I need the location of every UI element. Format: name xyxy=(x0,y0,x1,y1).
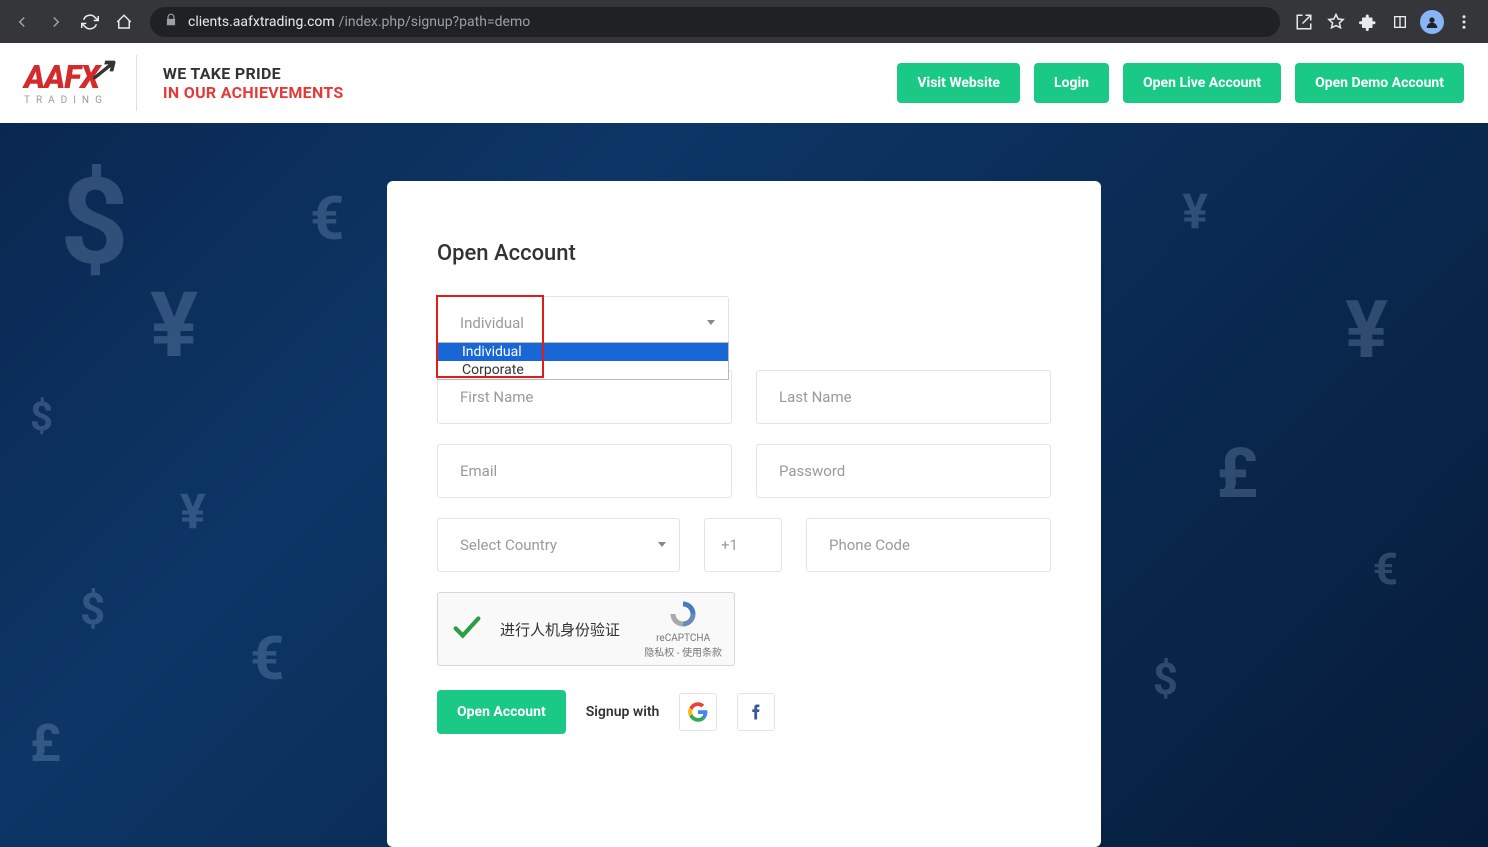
open-demo-account-button[interactable]: Open Demo Account xyxy=(1295,63,1464,103)
lock-icon xyxy=(164,13,178,31)
captcha-brand: reCAPTCHA xyxy=(656,633,710,644)
login-button[interactable]: Login xyxy=(1034,63,1109,103)
hero-background: $ € ¥ $ ¥ $ € £ ¥ ¥ £ € $ Open Account I… xyxy=(0,123,1488,847)
forward-button[interactable] xyxy=(42,8,70,36)
password-input[interactable] xyxy=(756,444,1051,498)
browser-toolbar: clients.aafxtrading.com/index.php/signup… xyxy=(0,0,1488,43)
url-path: /index.php/signup?path=demo xyxy=(339,14,531,30)
logo-sub: TRADING xyxy=(24,95,108,106)
address-bar[interactable]: clients.aafxtrading.com/index.php/signup… xyxy=(150,7,1280,37)
logo[interactable]: AAFX↗ TRADING xyxy=(24,55,137,111)
kebab-menu-icon[interactable] xyxy=(1452,10,1476,34)
open-account-button[interactable]: Open Account xyxy=(437,690,566,734)
logo-brand: AAFX↗ xyxy=(24,61,108,93)
signup-with-label: Signup with xyxy=(586,704,660,720)
google-signup-button[interactable] xyxy=(679,693,717,731)
country-select[interactable]: Select Country xyxy=(437,518,680,572)
url-host: clients.aafxtrading.com xyxy=(188,14,335,30)
checkmark-icon xyxy=(450,610,484,648)
visit-website-button[interactable]: Visit Website xyxy=(897,63,1020,103)
phone-country-code[interactable]: +1 xyxy=(704,518,782,572)
account-type-option-individual[interactable]: Individual xyxy=(438,343,728,361)
recaptcha-widget[interactable]: 进行人机身份验证 reCAPTCHA 隐私权 - 使用条款 xyxy=(437,592,735,666)
phone-input[interactable] xyxy=(806,518,1051,572)
profile-avatar[interactable] xyxy=(1420,10,1444,34)
form-card: Open Account Individual Individual Corpo… xyxy=(387,181,1101,847)
extensions-icon[interactable] xyxy=(1356,10,1380,34)
window-icon[interactable] xyxy=(1388,10,1412,34)
bookmark-icon[interactable] xyxy=(1324,10,1348,34)
home-button[interactable] xyxy=(110,8,138,36)
header-nav: Visit Website Login Open Live Account Op… xyxy=(897,63,1464,103)
captcha-terms: 隐私权 - 使用条款 xyxy=(644,644,722,659)
share-icon[interactable] xyxy=(1292,10,1316,34)
reload-button[interactable] xyxy=(76,8,104,36)
site-header: AAFX↗ TRADING WE TAKE PRIDE IN OUR ACHIE… xyxy=(0,43,1488,123)
captcha-label: 进行人机身份验证 xyxy=(500,619,620,640)
account-type-option-corporate[interactable]: Corporate xyxy=(438,361,728,379)
form-title: Open Account xyxy=(437,241,1051,266)
facebook-signup-button[interactable] xyxy=(737,693,775,731)
last-name-input[interactable] xyxy=(756,370,1051,424)
account-type-dropdown: Individual Corporate xyxy=(437,342,729,380)
tagline-line1: WE TAKE PRIDE xyxy=(163,64,344,83)
back-button[interactable] xyxy=(8,8,36,36)
tagline-line2: IN OUR ACHIEVEMENTS xyxy=(163,83,344,102)
recaptcha-icon xyxy=(668,599,698,633)
open-live-account-button[interactable]: Open Live Account xyxy=(1123,63,1281,103)
tagline: WE TAKE PRIDE IN OUR ACHIEVEMENTS xyxy=(163,64,344,102)
email-input[interactable] xyxy=(437,444,732,498)
